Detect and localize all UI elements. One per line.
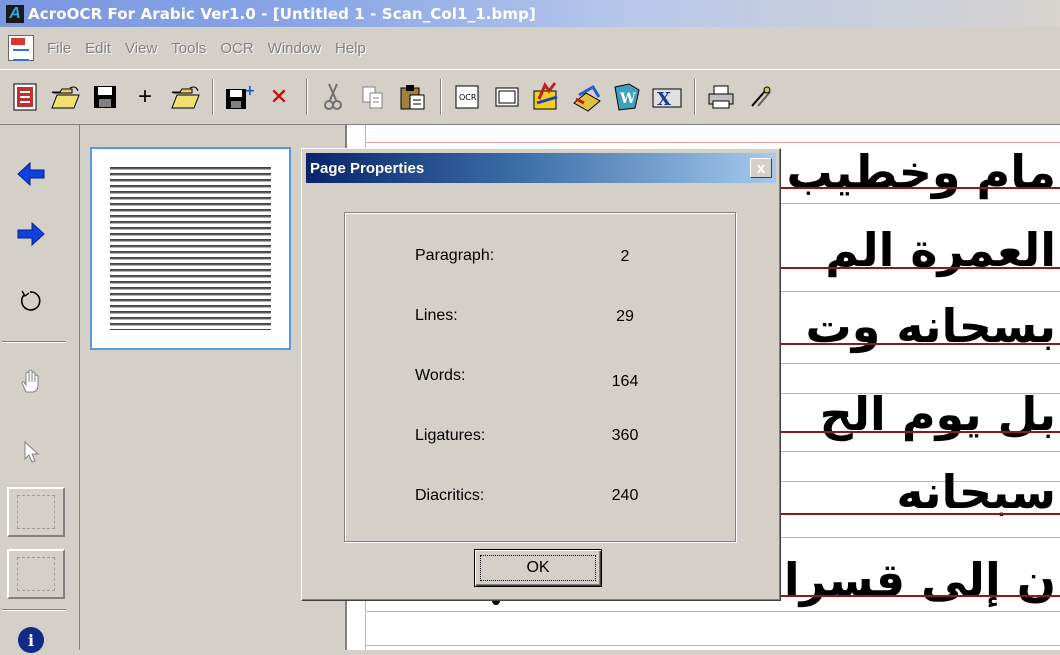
print-icon[interactable] <box>704 80 738 114</box>
previous-page-arrow-icon[interactable] <box>14 157 48 191</box>
page-properties-dialog: Page Properties x Paragraph: 2 Lines: 29… <box>301 148 781 601</box>
ligatures-value: 360 <box>611 427 639 444</box>
dialog-title-bar[interactable]: Page Properties x <box>306 153 776 183</box>
pointer-arrow-icon[interactable] <box>14 435 48 469</box>
menu-window[interactable]: Window <box>268 40 321 57</box>
menu-tools[interactable]: Tools <box>171 40 206 57</box>
close-icon: x <box>756 159 766 177</box>
toolbar-separator <box>694 79 696 115</box>
left-toolbar-separator <box>2 609 66 611</box>
save-plus-icon[interactable]: + <box>222 80 256 114</box>
svg-text:+: + <box>244 83 254 99</box>
menu-help[interactable]: Help <box>335 40 366 57</box>
svg-text:OCR: OCR <box>459 93 477 102</box>
dashed-rectangle-icon <box>17 495 55 529</box>
page-thumbnail[interactable] <box>90 147 291 350</box>
left-toolbar-separator <box>2 341 66 343</box>
guide-line <box>366 611 1060 612</box>
arabic-text-line: مام وخطيب <box>786 145 1056 199</box>
thumbnail-image <box>110 167 271 330</box>
guide-line <box>366 142 1060 143</box>
svg-text:i: i <box>28 631 34 650</box>
menu-ocr[interactable]: OCR <box>220 40 253 57</box>
main-toolbar: + + ✕ OCR W X <box>0 69 1060 125</box>
app-logo-icon: A <box>6 4 24 23</box>
dialog-title: Page Properties <box>310 159 425 177</box>
svg-text:W: W <box>619 91 636 107</box>
hand-pan-icon[interactable] <box>14 365 48 399</box>
open-folder-2-icon[interactable] <box>168 80 202 114</box>
left-toolbar: i <box>0 125 80 653</box>
window-title-bar: A AcroOCR For Arabic Ver1.0 - [Untitled … <box>0 0 1060 27</box>
save-icon[interactable] <box>88 80 122 114</box>
properties-group: Paragraph: 2 Lines: 29 Words: 164 Ligatu… <box>344 212 736 542</box>
rotate-icon[interactable] <box>14 283 48 317</box>
copy-icon[interactable] <box>356 80 390 114</box>
batch-icon[interactable] <box>570 80 604 114</box>
menu-view[interactable]: View <box>125 40 157 57</box>
arabic-text-line: سبحانه <box>896 465 1056 519</box>
select-region-tool[interactable] <box>7 487 65 537</box>
document-icon[interactable] <box>8 35 34 61</box>
words-value: 164 <box>611 373 639 390</box>
menu-edit[interactable]: Edit <box>85 40 111 57</box>
scan-icon[interactable] <box>490 80 524 114</box>
svg-text:X: X <box>657 89 671 110</box>
ligatures-label: Ligatures: <box>415 427 486 444</box>
dashed-rectangle-icon <box>17 557 55 591</box>
arabic-text-line: ن إلى قسرا <box>783 553 1056 607</box>
paste-icon[interactable] <box>396 80 430 114</box>
next-page-arrow-icon[interactable] <box>14 217 48 251</box>
settings-icon[interactable] <box>744 80 778 114</box>
delete-icon[interactable]: ✕ <box>262 80 296 114</box>
ocr-icon[interactable]: OCR <box>450 80 484 114</box>
lines-value: 29 <box>616 308 634 325</box>
close-button[interactable]: x <box>750 158 772 178</box>
menu-bar: File Edit View Tools OCR Window Help <box>0 27 1060 69</box>
diacritics-label: Diacritics: <box>415 487 485 504</box>
paragraph-value: 2 <box>620 248 630 265</box>
words-label: Words: <box>415 367 466 384</box>
menu-file[interactable]: File <box>47 40 71 57</box>
add-icon[interactable]: + <box>128 80 162 114</box>
diacritics-value: 240 <box>611 487 639 504</box>
window-title: AcroOCR For Arabic Ver1.0 - [Untitled 1 … <box>28 4 536 23</box>
guide-line <box>366 645 1060 646</box>
select-zone-tool[interactable] <box>7 549 65 599</box>
recognize-icon[interactable] <box>530 80 564 114</box>
lines-label: Lines: <box>415 307 458 324</box>
word-export-icon[interactable]: W <box>610 80 644 114</box>
toolbar-separator <box>440 79 442 115</box>
properties-icon[interactable] <box>8 80 42 114</box>
open-folder-icon[interactable] <box>48 80 82 114</box>
cut-icon[interactable] <box>316 80 350 114</box>
paragraph-label: Paragraph: <box>415 247 495 264</box>
toolbar-separator <box>306 79 308 115</box>
ok-button[interactable]: OK <box>474 549 602 587</box>
excel-export-icon[interactable]: X <box>650 80 684 114</box>
focus-rectangle <box>480 555 596 581</box>
toolbar-separator <box>212 79 214 115</box>
